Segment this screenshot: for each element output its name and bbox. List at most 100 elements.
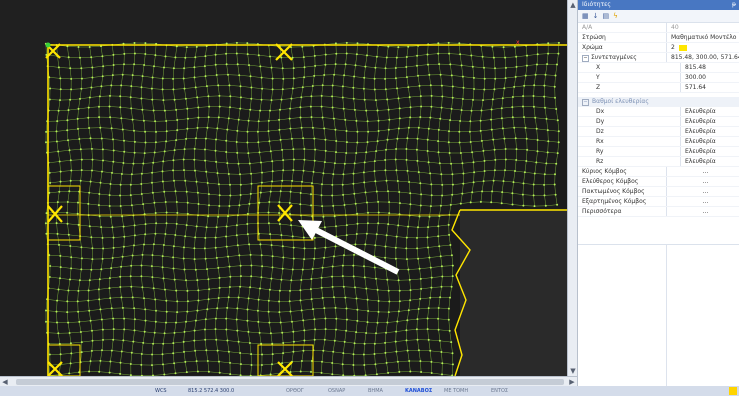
viewport-canvas[interactable]: x ▲ ▼ bbox=[0, 0, 578, 376]
mesh-node bbox=[303, 148, 306, 150]
status-polar[interactable]: ΕΝΤΟΣ bbox=[491, 388, 508, 394]
mesh-node bbox=[355, 331, 358, 334]
mesh-node bbox=[386, 98, 389, 101]
mesh-node bbox=[419, 360, 422, 363]
prop-row-main-node[interactable]: Κύριος Κόμβος ... bbox=[578, 167, 739, 177]
mesh-node bbox=[165, 310, 168, 313]
grid-icon[interactable]: ▤ bbox=[603, 12, 610, 20]
mesh-node bbox=[69, 245, 72, 247]
status-bar: WCS 815.2 572.4 300.0 ΟΡΘΟΓ OSNAP ΒΗΜΑ Κ… bbox=[0, 386, 739, 396]
mesh-node bbox=[396, 180, 399, 182]
status-ortho[interactable]: ΟΡΘΟΓ bbox=[286, 388, 304, 394]
mesh-node bbox=[409, 192, 412, 195]
mesh-node bbox=[310, 278, 313, 280]
scroll-thumb[interactable] bbox=[16, 379, 564, 385]
status-osnap[interactable]: OSNAP bbox=[328, 388, 345, 394]
mesh-node bbox=[333, 215, 336, 218]
mesh-node bbox=[547, 42, 550, 45]
mesh-node bbox=[144, 308, 147, 311]
mesh-node bbox=[320, 194, 323, 197]
mesh-node bbox=[112, 317, 115, 320]
mesh-node bbox=[229, 95, 232, 98]
collapse-icon[interactable]: − bbox=[582, 55, 589, 62]
sort-category-icon[interactable]: ↓ bbox=[593, 12, 599, 20]
mesh-node bbox=[299, 299, 302, 302]
mesh-node bbox=[553, 85, 556, 88]
prop-row-coordinates[interactable]: − Συντεταγμένες 815.48, 300.00, 571.64 bbox=[578, 53, 739, 63]
mesh-node bbox=[483, 77, 486, 80]
mesh-node bbox=[162, 244, 165, 246]
mesh-node bbox=[417, 308, 420, 310]
mesh-node bbox=[420, 105, 423, 108]
mesh-node bbox=[554, 74, 557, 77]
prop-row-dz[interactable]: Dz Ελευθερία bbox=[578, 127, 739, 137]
mesh-node bbox=[363, 76, 366, 79]
mesh-node bbox=[502, 46, 505, 49]
sort-alpha-icon[interactable]: ▦ bbox=[582, 12, 589, 20]
prop-row-dy[interactable]: Dy Ελευθερία bbox=[578, 117, 739, 127]
mesh-node bbox=[447, 223, 450, 226]
prop-row-dependent-node[interactable]: Εξαρτημένος Κόμβος ... bbox=[578, 197, 739, 207]
status-section[interactable]: ΜΕ ΤΟΜΗ bbox=[444, 388, 468, 394]
mesh-node bbox=[154, 232, 157, 235]
status-grid[interactable]: ΒΗΜΑ bbox=[368, 388, 383, 394]
mesh-node bbox=[100, 85, 103, 88]
mesh-node bbox=[144, 130, 147, 133]
mesh-node bbox=[320, 105, 323, 108]
mesh-node bbox=[206, 308, 209, 311]
mesh-node bbox=[196, 370, 199, 373]
prop-row-more[interactable]: Περισσότερα ... bbox=[578, 207, 739, 217]
mesh-node bbox=[172, 88, 175, 91]
mesh-node bbox=[259, 109, 262, 112]
mesh-node bbox=[197, 299, 200, 302]
mesh-node bbox=[246, 42, 249, 45]
prop-row-y[interactable]: Y 300.00 bbox=[578, 73, 739, 83]
prop-row-dx[interactable]: Dx Ελευθερία bbox=[578, 107, 739, 117]
mesh-node bbox=[70, 77, 73, 80]
mesh-node bbox=[429, 172, 432, 175]
prop-row-rx[interactable]: Rx Ελευθερία bbox=[578, 137, 739, 147]
mesh-node bbox=[333, 296, 335, 299]
mesh-node bbox=[281, 148, 284, 151]
mesh-node bbox=[91, 66, 94, 69]
prop-row-rz[interactable]: Rz Ελευθερία bbox=[578, 157, 739, 167]
prop-row-z[interactable]: Z 571.64 bbox=[578, 83, 739, 93]
section-dof[interactable]: − Βαθμοί ελευθερίας bbox=[578, 97, 739, 107]
mesh-node bbox=[472, 161, 475, 164]
mesh-node bbox=[385, 234, 388, 237]
mesh-node bbox=[271, 160, 274, 163]
pin-icon[interactable]: ᵽ bbox=[732, 0, 736, 10]
mesh-node bbox=[204, 148, 206, 151]
mesh-node bbox=[225, 225, 228, 228]
mesh-node bbox=[500, 202, 503, 205]
status-wcs[interactable]: WCS bbox=[155, 388, 167, 394]
prop-row-layer[interactable]: Στρώση Μαθηματικό Μοντέλο bbox=[578, 33, 739, 43]
mesh-drawing[interactable]: x bbox=[0, 0, 567, 376]
prop-row-fixed-node[interactable]: Πακτωμένος Κόμβος ... bbox=[578, 187, 739, 197]
mesh-node bbox=[161, 180, 164, 183]
mesh-node bbox=[406, 137, 409, 140]
collapse-icon[interactable]: − bbox=[582, 98, 589, 106]
mesh-node bbox=[195, 360, 198, 363]
mesh-node bbox=[395, 350, 398, 353]
mesh-node bbox=[152, 287, 155, 290]
mesh-node bbox=[313, 257, 316, 260]
mesh-node bbox=[459, 152, 462, 154]
mesh-node bbox=[111, 171, 113, 174]
mesh-node bbox=[99, 126, 102, 129]
mesh-node bbox=[195, 225, 198, 228]
status-snap[interactable]: ΚΑΝΑΒΟΣ bbox=[405, 388, 432, 394]
mesh-node bbox=[332, 350, 335, 353]
lightning-icon[interactable]: ϟ bbox=[613, 12, 618, 20]
mesh-node bbox=[448, 130, 450, 133]
prop-row-color[interactable]: Χρώμα 2 bbox=[578, 43, 739, 53]
prop-row-x[interactable]: X 815.48 bbox=[578, 63, 739, 73]
mesh-node bbox=[352, 86, 355, 89]
mesh-node bbox=[173, 362, 176, 365]
prop-row-ry[interactable]: Ry Ελευθερία bbox=[578, 147, 739, 157]
prop-row-id[interactable]: Α/Α 40 bbox=[578, 23, 739, 33]
prop-row-free-node[interactable]: Ελεύθερος Κόμβος ... bbox=[578, 177, 739, 187]
mesh-node bbox=[417, 226, 419, 229]
mesh-node bbox=[490, 108, 493, 111]
mesh-node bbox=[291, 179, 294, 182]
